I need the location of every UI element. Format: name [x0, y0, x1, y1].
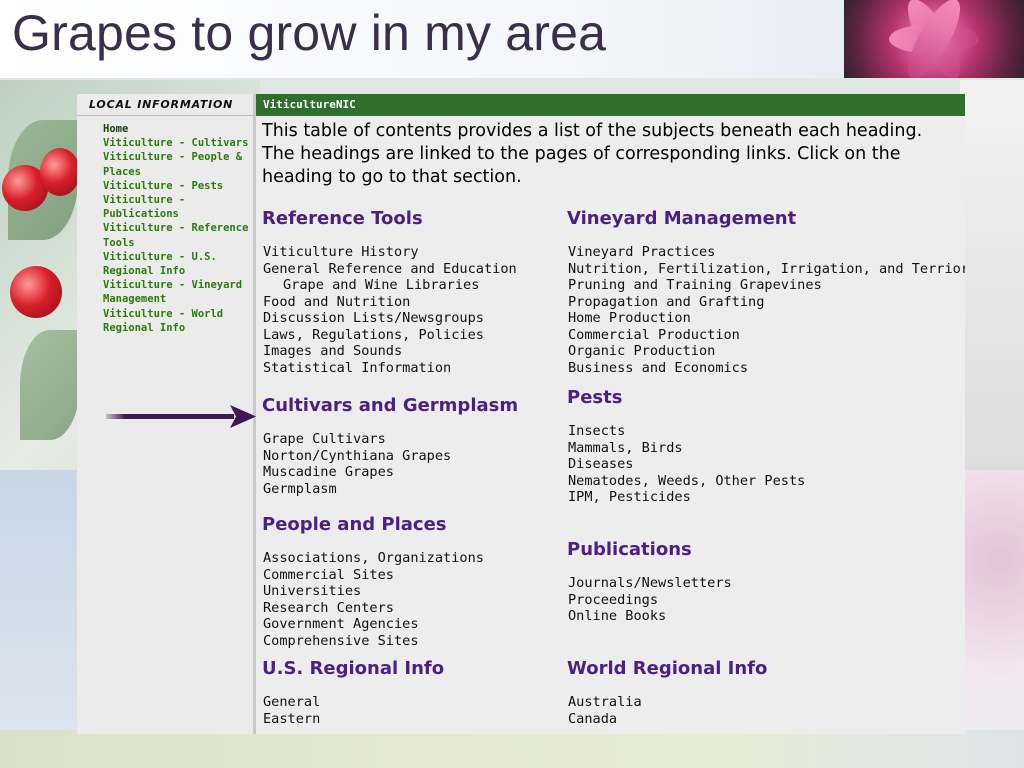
list-item: Canada [568, 710, 618, 727]
list-item: Proceedings [568, 591, 659, 608]
list-item: Journals/Newsletters [568, 575, 732, 591]
sidebar-link-world-regional[interactable]: Viticulture - World Regional Info [103, 307, 253, 335]
list-item: Commercial Sites [263, 566, 394, 583]
heading-cultivars[interactable]: Cultivars and Germplasm [262, 395, 602, 417]
list-item: Mammals, Birds [568, 439, 683, 456]
section-us-regional: U.S. Regional Info General Eastern [262, 658, 602, 727]
list-item: Nematodes, Weeds, Other Pests [568, 472, 806, 489]
list-item: General [263, 694, 321, 710]
heading-us-regional[interactable]: U.S. Regional Info [262, 658, 602, 680]
sidebar-link-vineyard-mgmt[interactable]: Viticulture - Vineyard Management [103, 278, 253, 306]
sidebar-link-reference-tools[interactable]: Viticulture - Reference Tools [103, 221, 253, 249]
list-item: Home Production [568, 310, 691, 326]
list-item: Australia [568, 694, 642, 710]
list-item: Germplasm [263, 480, 337, 497]
heading-reference-tools[interactable]: Reference Tools [262, 208, 602, 230]
main-content: ViticultureNIC This table of contents pr… [256, 94, 965, 734]
section-reference-tools: Reference Tools Viticulture History Gene… [262, 208, 602, 376]
list-item: Organic Production [568, 343, 716, 359]
berry-decoration [40, 148, 80, 196]
list-item: Discussion Lists/Newsgroups [263, 310, 484, 326]
list-item: Business and Economics [568, 359, 749, 376]
list-item: General Reference and Education [263, 260, 517, 277]
berry-decoration [10, 266, 62, 318]
section-people-places: People and Places Associations, Organiza… [262, 514, 602, 649]
list-item: Images and Sounds [263, 343, 403, 359]
list-item: Comprehensive Sites [263, 632, 419, 649]
list-item: Online Books [568, 608, 667, 624]
sidebar-link-us-regional[interactable]: Viticulture - U.S. Regional Info [103, 250, 253, 278]
list-item: Muscadine Grapes [263, 464, 394, 480]
list-item: Statistical Information [263, 359, 452, 376]
list-item: Diseases [568, 456, 634, 472]
list-item: Grape Cultivars [263, 431, 386, 447]
list-item: Propagation and Grafting [568, 293, 765, 310]
sidebar-link-people-places[interactable]: Viticulture - People & Places [103, 150, 253, 178]
list-item: Norton/Cynthiana Grapes [263, 447, 452, 464]
intro-text: This table of contents provides a list o… [262, 121, 923, 187]
leaf-decoration [20, 330, 80, 440]
sidebar-header: LOCAL INFORMATION [77, 94, 253, 116]
list-item: Nutrition, Fertilization, Irrigation, an… [568, 260, 965, 277]
heading-world-regional[interactable]: World Regional Info [567, 658, 907, 680]
list-item: Laws, Regulations, Policies [263, 326, 484, 343]
list-item: Research Centers [263, 599, 394, 616]
arrow-right-icon [106, 405, 256, 428]
list-item: Pruning and Training Grapevines [568, 277, 822, 293]
list-item: Insects [568, 423, 626, 439]
section-world-regional: World Regional Info Australia Canada [567, 658, 907, 727]
list-item: IPM, Pesticides [568, 489, 691, 505]
site-header: ViticultureNIC [256, 94, 965, 116]
slide-title-bar: Grapes to grow in my area [0, 0, 1024, 78]
background-photo-right [960, 80, 1024, 480]
sidebar-link-home[interactable]: Home [103, 122, 253, 136]
list-item: Grape and Wine Libraries [283, 277, 480, 293]
section-cultivars: Cultivars and Germplasm Grape Cultivars … [262, 395, 602, 497]
flower-photo [844, 0, 1024, 78]
list-item: Food and Nutrition [263, 293, 411, 310]
heading-people-places[interactable]: People and Places [262, 514, 602, 536]
list-item: Viticulture History [263, 244, 419, 260]
sidebar-link-cultivars[interactable]: Viticulture - Cultivars [103, 136, 253, 150]
background-photo-blossom [960, 470, 1024, 768]
sidebar-link-publications[interactable]: Viticulture - Publications [103, 193, 253, 221]
sidebar-links: Home Viticulture - Cultivars Viticulture… [77, 116, 253, 335]
list-item: Commercial Production [568, 326, 740, 343]
background-photo-bottom [0, 730, 1024, 768]
heading-vineyard-mgmt[interactable]: Vineyard Management [567, 208, 907, 230]
section-publications: Publications Journals/Newsletters Procee… [567, 539, 907, 625]
section-vineyard-mgmt: Vineyard Management Vineyard Practices N… [567, 208, 965, 376]
heading-pests[interactable]: Pests [567, 387, 907, 409]
list-item: Vineyard Practices [568, 244, 716, 260]
list-item: Associations, Organizations [263, 550, 484, 566]
sidebar-link-pests[interactable]: Viticulture - Pests [103, 179, 253, 193]
section-pests: Pests Insects Mammals, Birds Diseases Ne… [567, 387, 907, 506]
list-item: Eastern [263, 710, 321, 727]
list-item: Universities [263, 583, 362, 599]
list-item: Government Agencies [263, 616, 419, 632]
slide-title: Grapes to grow in my area [12, 5, 607, 61]
heading-publications[interactable]: Publications [567, 539, 907, 561]
